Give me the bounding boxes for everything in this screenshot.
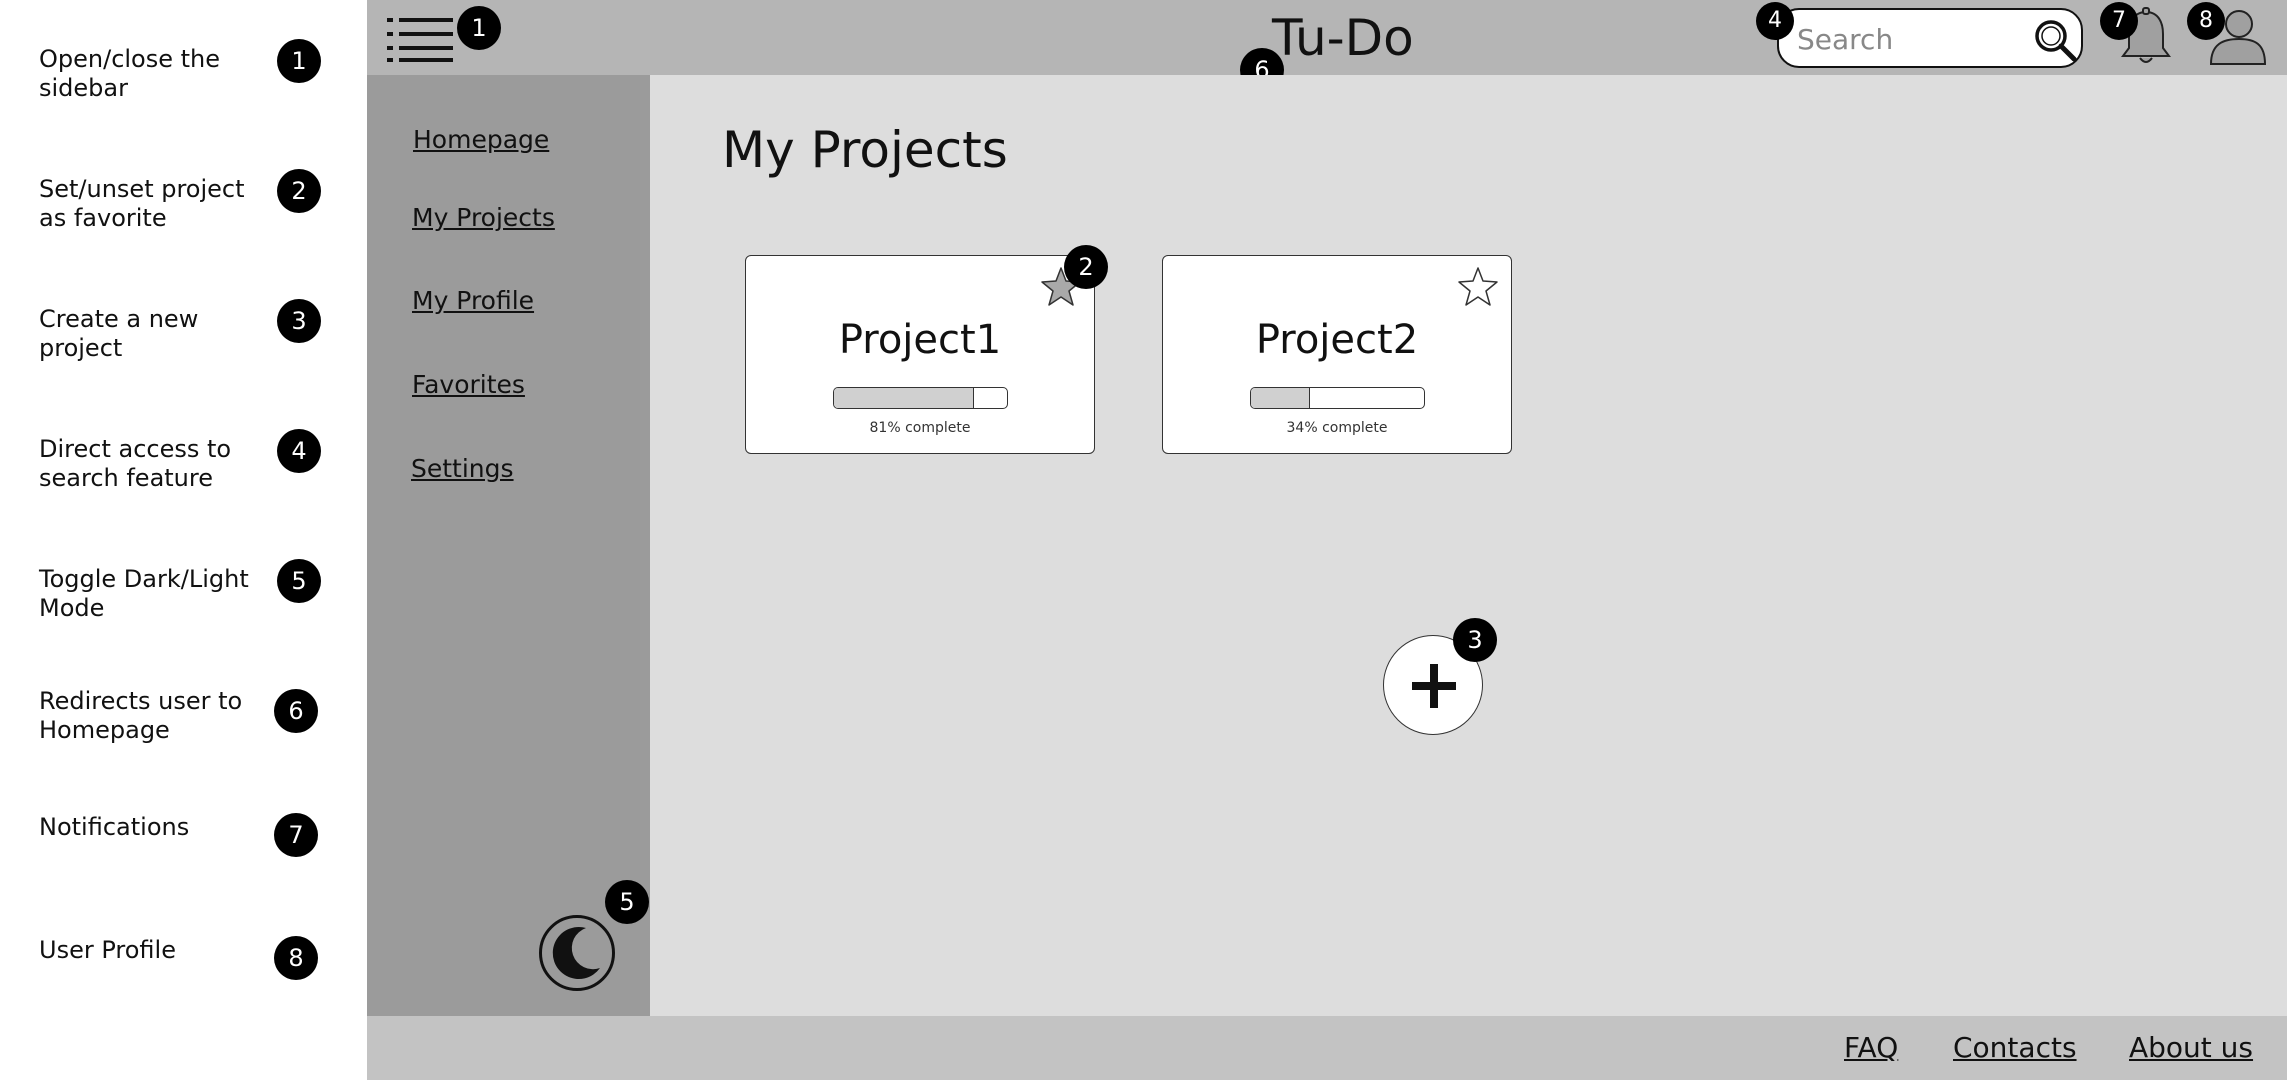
app-title-home-link[interactable]: Tu-Do (1272, 8, 1414, 68)
hamburger-menu-icon[interactable] (387, 14, 453, 62)
progress-caption: 34% complete (1286, 420, 1388, 436)
legend-text: Toggle Dark/Light Mode (39, 565, 249, 622)
legend-badge: 8 (274, 936, 318, 980)
legend-badge: 6 (274, 689, 318, 733)
progress-bar (1250, 387, 1425, 409)
search-icon[interactable] (2031, 16, 2079, 64)
annotation-badge: 2 (1064, 245, 1108, 289)
legend-text: Create a new project (39, 305, 199, 362)
annotation-badge: 3 (1453, 618, 1497, 662)
search-field[interactable] (1777, 8, 2083, 68)
legend-text: Notifications (39, 813, 190, 841)
legend-text: Direct access to search feature (39, 435, 232, 492)
sidebar-item-my-profile[interactable]: My Profile (412, 286, 534, 316)
project-card[interactable]: Project2 34% complete (1162, 255, 1512, 454)
legend-text: Redirects user to Homepage (39, 687, 243, 744)
app-window: 1 Tu-Do 6 4 7 8 Homepage My Projects My … (367, 0, 2287, 1080)
favorite-star-icon[interactable] (1457, 266, 1499, 308)
annotation-badge: 4 (1756, 2, 1794, 40)
sidebar-item-my-projects[interactable]: My Projects (412, 203, 555, 233)
annotation-badge: 8 (2187, 2, 2225, 40)
plus-icon (1412, 682, 1456, 690)
legend-badge: 1 (277, 39, 321, 83)
sidebar-item-settings[interactable]: Settings (411, 454, 514, 484)
progress-bar (833, 387, 1008, 409)
footer-link-about-us[interactable]: About us (2129, 1031, 2253, 1065)
legend-badge: 2 (277, 169, 321, 213)
legend-text: Set/unset project as favorite (39, 175, 245, 232)
crescent-moon-icon (552, 926, 600, 979)
top-bar: 1 Tu-Do 6 4 7 8 (367, 0, 2287, 92)
progress-fill (1251, 388, 1310, 408)
search-input[interactable] (1797, 20, 2017, 58)
page-title: My Projects (722, 121, 1008, 179)
project-card[interactable]: Project1 81% complete (745, 255, 1095, 454)
main-content: My Projects Project1 81% complete 2 Proj… (650, 75, 2287, 1016)
sidebar-item-favorites[interactable]: Favorites (412, 370, 525, 400)
sidebar-item-homepage[interactable]: Homepage (413, 125, 549, 155)
progress-fill (834, 388, 975, 408)
legend-text: User Profile (39, 936, 176, 964)
annotation-badge: 7 (2100, 2, 2138, 40)
theme-toggle-button[interactable] (539, 915, 615, 991)
legend-badge: 7 (274, 813, 318, 857)
project-name: Project1 (838, 317, 1002, 363)
annotation-badge: 5 (605, 880, 649, 924)
project-name: Project2 (1255, 317, 1419, 363)
footer-link-faq[interactable]: FAQ (1844, 1031, 1898, 1065)
footer-link-contacts[interactable]: Contacts (1953, 1031, 2077, 1065)
legend-text: Open/close the sidebar (39, 45, 221, 102)
sidebar: Homepage My Projects My Profile Favorite… (367, 75, 650, 1016)
footer: FAQ Contacts About us (367, 1016, 2287, 1080)
annotation-legend: Open/close the sidebar 1 Set/unset proje… (0, 0, 367, 1080)
legend-badge: 5 (277, 559, 321, 603)
legend-badge: 4 (277, 429, 321, 473)
annotation-badge: 1 (457, 6, 501, 50)
legend-badge: 3 (277, 299, 321, 343)
progress-caption: 81% complete (869, 420, 971, 436)
